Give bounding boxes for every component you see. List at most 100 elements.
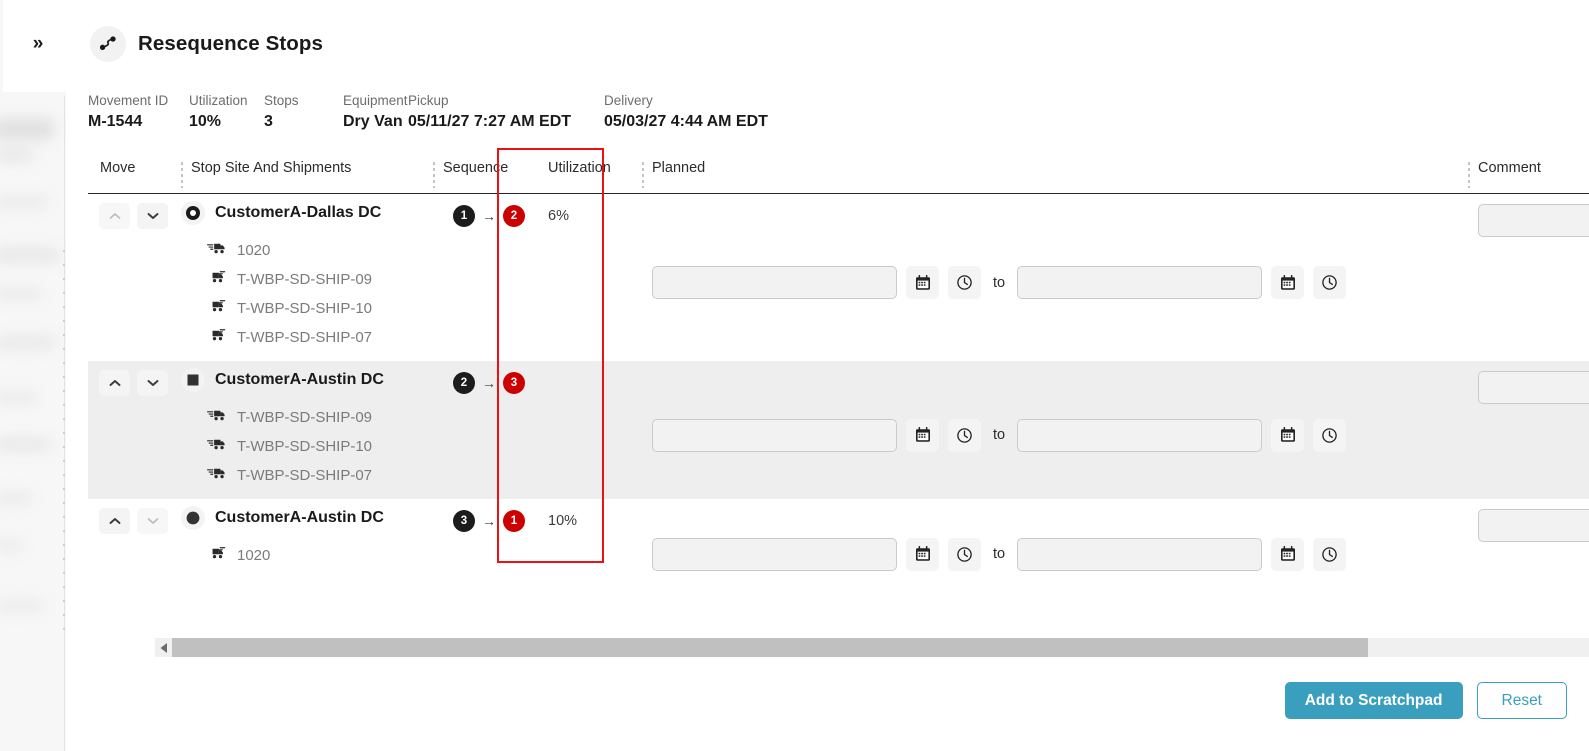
stop-site-cell: CustomerA-Austin DC 1020 xyxy=(179,499,431,599)
comment-cell xyxy=(1466,194,1589,361)
clock-icon[interactable] xyxy=(1313,537,1347,571)
shipment-list: T-WBP-SD-SHIP-09 T-WBP-SD-SHIP-10 T-WBP-… xyxy=(179,403,431,490)
column-header-sequence[interactable]: Sequence xyxy=(431,158,536,192)
comment-cell xyxy=(1466,499,1589,599)
move-up-button[interactable] xyxy=(99,203,130,229)
stops-table: Move Stop Site And Shipments Sequence Ut… xyxy=(88,158,1589,624)
calendar-icon[interactable] xyxy=(1271,537,1305,571)
resequence-stops-screen: » Resequence Stops Movement ID M-1544 Ut… xyxy=(0,0,1589,751)
scroll-left-arrow-icon[interactable] xyxy=(155,638,172,657)
list-item[interactable]: T-WBP-SD-SHIP-09 xyxy=(179,265,431,294)
column-header-planned[interactable]: Planned xyxy=(640,158,1466,192)
move-down-button[interactable] xyxy=(137,370,168,396)
move-down-button[interactable] xyxy=(137,203,168,229)
sequence-arrow-icon: → xyxy=(482,375,496,391)
modal-footer: Add to Scratchpad Reset xyxy=(1284,682,1567,719)
column-divider-icon xyxy=(181,162,183,188)
truck-depart-icon xyxy=(207,328,226,348)
movement-summary: Movement ID M-1544 Utilization 10% Stops… xyxy=(88,92,768,134)
list-item[interactable]: 1020 xyxy=(179,236,431,265)
comment-input[interactable] xyxy=(1478,371,1589,404)
list-item[interactable]: 1020 xyxy=(179,541,431,570)
table-row: CustomerA-Austin DC 1020 3 → 1 10% to xyxy=(88,499,1589,599)
stop-site-name: CustomerA-Austin DC xyxy=(215,509,384,526)
planned-to-label: to xyxy=(993,274,1006,291)
list-item[interactable]: T-WBP-SD-SHIP-09 xyxy=(179,403,431,432)
page-title: Resequence Stops xyxy=(138,32,324,55)
comment-input[interactable] xyxy=(1478,204,1589,237)
table-header-row: Move Stop Site And Shipments Sequence Ut… xyxy=(88,158,1589,194)
list-item[interactable]: T-WBP-SD-SHIP-10 xyxy=(179,294,431,323)
summary-item-movement-id: Movement ID M-1544 xyxy=(88,93,169,130)
scrollbar-track[interactable] xyxy=(172,638,1589,657)
planned-cell: to xyxy=(640,194,1466,361)
utilization-cell: 6% xyxy=(548,208,569,224)
move-down-button[interactable] xyxy=(137,508,168,534)
sequence-cell: 3 → 1 xyxy=(431,499,536,599)
column-divider-icon xyxy=(1468,162,1470,188)
horizontal-scrollbar[interactable] xyxy=(155,638,1589,657)
truck-arrive-icon xyxy=(207,241,226,261)
origin-ring-icon xyxy=(181,201,205,225)
clock-icon[interactable] xyxy=(948,418,981,452)
calendar-icon[interactable] xyxy=(1271,418,1305,452)
route-stops-icon xyxy=(90,26,126,62)
shipment-list: 1020 xyxy=(179,541,431,570)
clock-icon[interactable] xyxy=(948,266,981,299)
move-up-button[interactable] xyxy=(99,370,130,396)
clock-icon[interactable] xyxy=(1313,266,1347,299)
stop-site-cell: CustomerA-Dallas DC 1020 T-WBP-SD-SHIP-0… xyxy=(179,194,431,361)
stop-site-name: CustomerA-Austin DC xyxy=(215,371,384,388)
sequence-cell: 1 → 2 xyxy=(431,194,536,361)
sequence-arrow-icon: → xyxy=(482,208,496,224)
expand-sidebar-button[interactable]: » xyxy=(21,30,53,58)
calendar-icon[interactable] xyxy=(906,418,939,452)
clock-icon[interactable] xyxy=(948,537,981,571)
planned-start-date-input[interactable] xyxy=(652,418,897,452)
calendar-icon[interactable] xyxy=(1271,266,1305,299)
utilization-cell xyxy=(536,361,640,499)
planned-end-date-input[interactable] xyxy=(1017,537,1263,571)
shipment-list: 1020 T-WBP-SD-SHIP-09 T-WBP-SD-SHIP-10 T… xyxy=(179,236,431,352)
planned-to-label: to xyxy=(993,427,1006,443)
list-item[interactable]: T-WBP-SD-SHIP-07 xyxy=(179,323,431,352)
current-sequence-badge: 1 xyxy=(453,205,475,227)
new-sequence-badge: 1 xyxy=(503,510,525,532)
column-header-utilization[interactable]: Utilization xyxy=(536,158,640,192)
move-up-button[interactable] xyxy=(99,508,130,534)
add-to-scratchpad-button[interactable]: Add to Scratchpad xyxy=(1284,682,1463,719)
sequence-arrow-icon: → xyxy=(482,513,496,529)
planned-start-date-input[interactable] xyxy=(652,537,897,571)
planned-end-date-input[interactable] xyxy=(1017,418,1263,452)
column-header-stop-site[interactable]: Stop Site And Shipments xyxy=(179,158,431,192)
truck-arrive-icon xyxy=(207,466,226,486)
sequence-cell: 2 → 3 xyxy=(431,361,536,499)
list-item[interactable]: T-WBP-SD-SHIP-07 xyxy=(179,461,431,490)
list-item[interactable]: T-WBP-SD-SHIP-10 xyxy=(179,432,431,461)
column-divider-icon xyxy=(642,162,644,188)
resequence-modal: Resequence Stops Movement ID M-1544 Util… xyxy=(66,0,1589,751)
planned-to-label: to xyxy=(993,546,1006,562)
calendar-icon[interactable] xyxy=(906,537,939,571)
stop-site-cell: CustomerA-Austin DC T-WBP-SD-SHIP-09 T-W… xyxy=(179,361,431,499)
column-header-comment[interactable]: Comment xyxy=(1466,158,1589,192)
current-sequence-badge: 2 xyxy=(453,372,475,394)
background-sidebar xyxy=(0,0,66,751)
comment-input[interactable] xyxy=(1478,509,1589,542)
scrollbar-thumb[interactable] xyxy=(172,638,1368,657)
reset-button[interactable]: Reset xyxy=(1476,682,1567,719)
summary-item-pickup: Pickup 05/11/27 7:27 AM EDT xyxy=(408,93,572,130)
planned-start-date-input[interactable] xyxy=(652,266,897,299)
new-sequence-badge: 2 xyxy=(503,205,525,227)
utilization-cell: 10% xyxy=(548,513,578,529)
calendar-icon[interactable] xyxy=(906,266,939,299)
truck-arrive-icon xyxy=(207,437,226,457)
clock-icon[interactable] xyxy=(1313,418,1347,452)
truck-depart-icon xyxy=(207,546,226,566)
table-row: CustomerA-Dallas DC 1020 T-WBP-SD-SHIP-0… xyxy=(88,194,1589,361)
column-header-move[interactable]: Move xyxy=(88,158,179,192)
table-row: CustomerA-Austin DC T-WBP-SD-SHIP-09 T-W… xyxy=(88,361,1589,499)
planned-end-date-input[interactable] xyxy=(1017,266,1263,299)
truck-depart-icon xyxy=(207,299,226,319)
expand-panel: » xyxy=(3,0,66,92)
